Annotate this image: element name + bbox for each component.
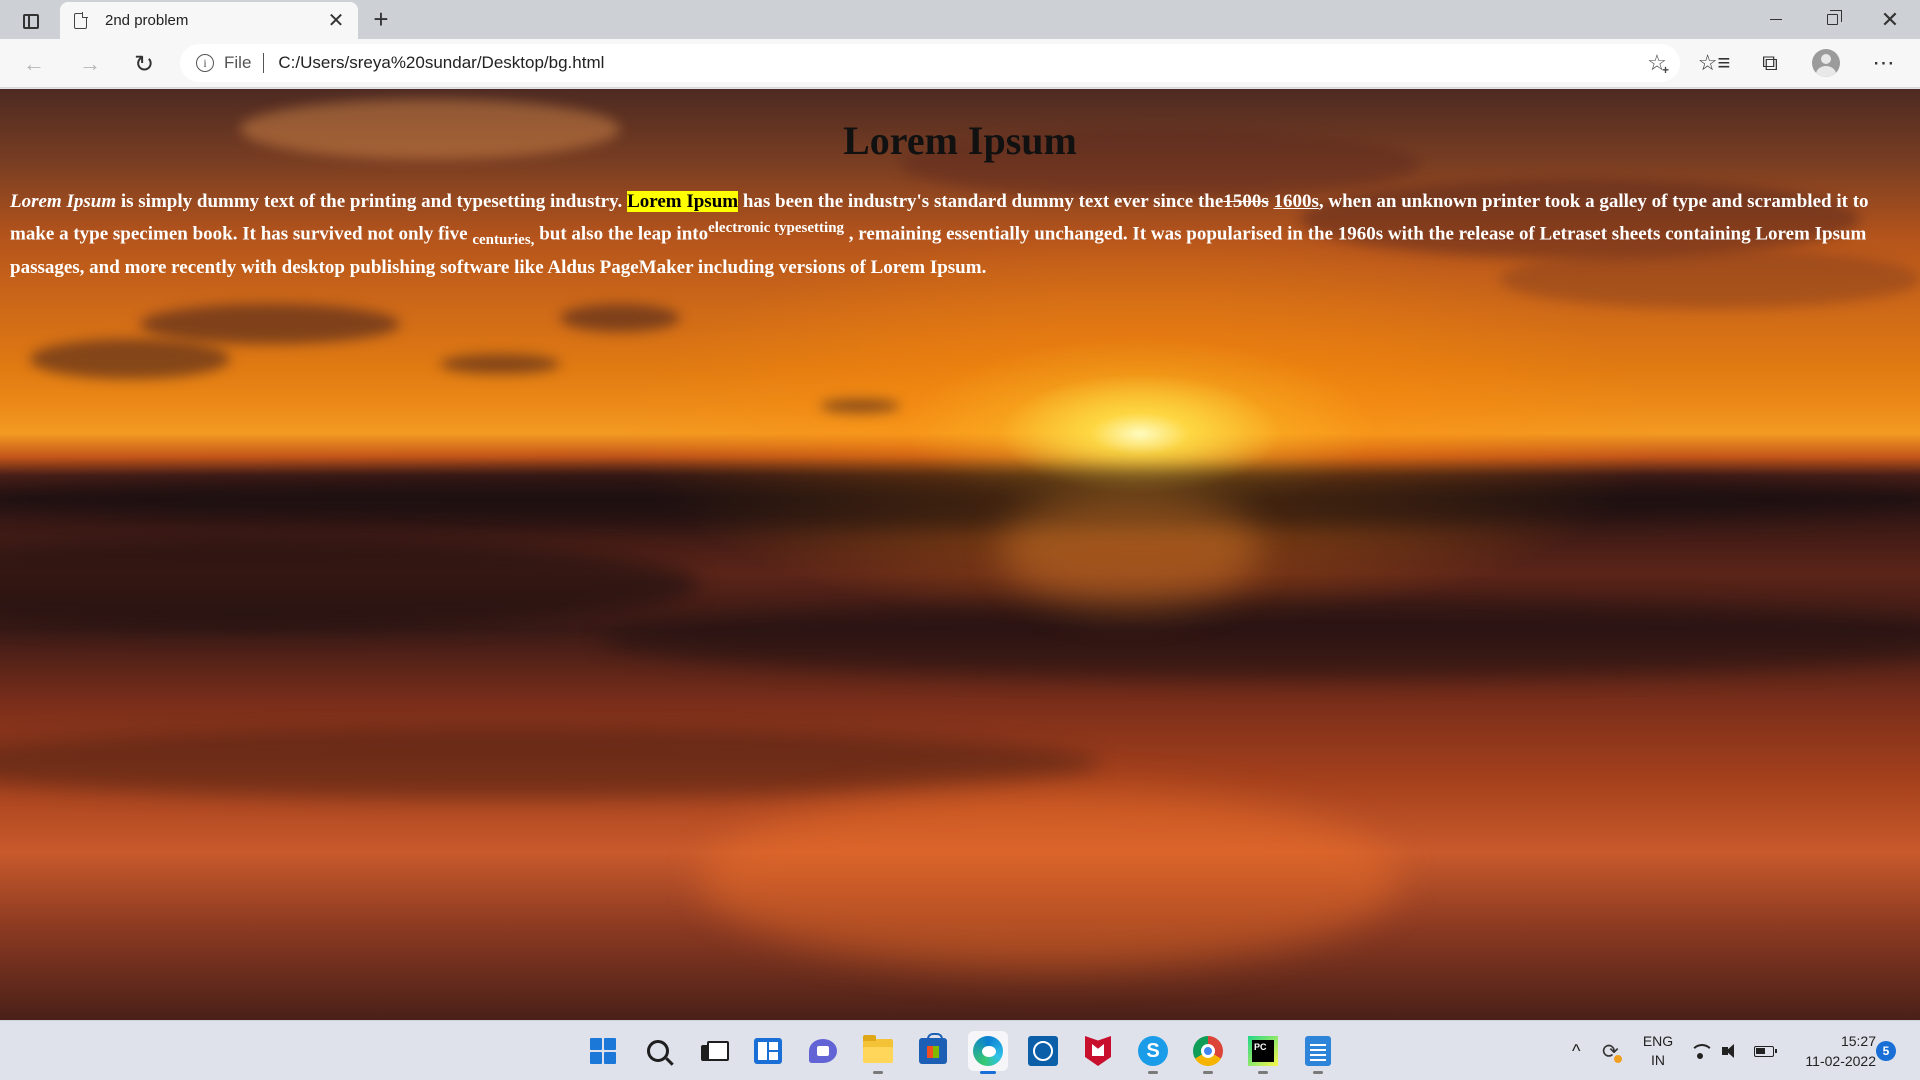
mcafee-icon: [1085, 1036, 1111, 1066]
system-status-button[interactable]: [1690, 1021, 1777, 1080]
browser-tab-strip: 2nd problem ✕ + ✕: [0, 0, 1920, 39]
language-region: IN: [1651, 1052, 1665, 1068]
search-button[interactable]: [638, 1031, 678, 1071]
profile-button[interactable]: [1806, 45, 1846, 81]
volume-icon: [1722, 1043, 1742, 1059]
superscript-text: electronic typesetting: [708, 220, 845, 236]
pycharm-button[interactable]: PC: [1243, 1031, 1283, 1074]
clock[interactable]: 15:27 11-02-2022: [1786, 1021, 1876, 1080]
taskbar: S PC ^ ⟳ ENG IN 15:27 11-02-2022 5: [0, 1020, 1920, 1080]
maximize-button[interactable]: [1804, 0, 1860, 39]
edge-button[interactable]: [968, 1031, 1008, 1074]
show-hidden-icons-button[interactable]: ^: [1572, 1021, 1580, 1080]
subscript-text: centuries,: [472, 232, 535, 249]
forward-icon: →: [79, 51, 101, 76]
task-view-button[interactable]: [693, 1031, 733, 1071]
battery-icon: [1754, 1045, 1777, 1057]
task-view-icon: [701, 1041, 729, 1061]
info-icon[interactable]: i: [196, 54, 214, 72]
collections-button[interactable]: ⧉: [1750, 45, 1790, 81]
store-button[interactable]: [913, 1031, 953, 1071]
store-icon: [919, 1033, 947, 1064]
sync-button[interactable]: ⟳: [1602, 1021, 1622, 1080]
italic-lorem: Lorem Ipsum: [10, 191, 117, 212]
back-button[interactable]: ←: [16, 47, 52, 81]
more-icon: ⋯: [1872, 50, 1896, 75]
wifi-icon: [1690, 1044, 1714, 1059]
notification-badge: 5: [1876, 1041, 1896, 1061]
collections-icon: ⧉: [1762, 50, 1778, 75]
pycharm-icon: PC: [1248, 1036, 1278, 1066]
notepad-button[interactable]: [1298, 1031, 1338, 1074]
address-bar[interactable]: i File C:/Users/sreya%20sundar/Desktop/b…: [180, 44, 1680, 82]
search-icon: [647, 1040, 669, 1062]
notification-center-button[interactable]: 5: [1876, 1021, 1896, 1080]
deleted-text: 1500s: [1223, 191, 1269, 212]
inserted-text: 1600s: [1273, 191, 1319, 212]
more-button[interactable]: ⋯: [1864, 45, 1904, 81]
edge-icon: [973, 1036, 1003, 1066]
file-explorer-button[interactable]: [858, 1031, 898, 1074]
widgets-icon: [754, 1038, 782, 1064]
clock-time: 15:27: [1840, 1033, 1876, 1049]
dell-icon: [1028, 1036, 1058, 1066]
window-close-button[interactable]: ✕: [1862, 0, 1918, 39]
minimize-icon: [1770, 18, 1782, 21]
widgets-button[interactable]: [748, 1031, 788, 1071]
back-icon: ←: [23, 51, 45, 76]
tab-actions-icon: [23, 13, 39, 29]
page-viewport: Lorem Ipsum Lorem Ipsum is simply dummy …: [0, 89, 1920, 1020]
browser-toolbar: ← → ↻ i File C:/Users/sreya%20sundar/Des…: [0, 39, 1920, 88]
minimize-button[interactable]: [1748, 0, 1804, 39]
chat-icon: [809, 1039, 837, 1063]
page-title: Lorem Ipsum: [843, 118, 1077, 163]
chrome-button[interactable]: [1188, 1031, 1228, 1074]
address-separator: [263, 53, 265, 73]
chevron-up-icon: ^: [1572, 1040, 1581, 1061]
dell-button[interactable]: [1023, 1031, 1063, 1071]
file-explorer-icon: [863, 1035, 893, 1063]
add-favorite-button[interactable]: ☆ +: [1640, 46, 1674, 80]
scheme-label: File: [224, 53, 252, 72]
sync-status-dot: [1614, 1055, 1622, 1063]
url-text[interactable]: C:/Users/sreya%20sundar/Desktop/bg.html: [278, 53, 1640, 73]
mcafee-button[interactable]: [1078, 1031, 1118, 1071]
chrome-icon: [1193, 1036, 1223, 1066]
lorem-paragraph: Lorem Ipsum is simply dummy text of the …: [10, 191, 1869, 279]
tab-close-button[interactable]: ✕: [322, 7, 350, 35]
new-tab-button[interactable]: +: [364, 4, 398, 34]
start-icon: [590, 1038, 616, 1064]
forward-button[interactable]: →: [72, 47, 108, 81]
notepad-icon: [1305, 1036, 1331, 1066]
clock-date: 11-02-2022: [1805, 1053, 1876, 1069]
tab-actions-button[interactable]: [14, 8, 48, 34]
skype-icon: S: [1138, 1036, 1168, 1066]
highlighted-text: Lorem Ipsum: [627, 191, 739, 212]
browser-tab[interactable]: 2nd problem ✕: [60, 2, 358, 39]
start-button[interactable]: [583, 1031, 623, 1071]
tab-title: 2nd problem: [105, 12, 189, 29]
language-code: ENG: [1642, 1033, 1674, 1049]
maximize-icon: [1826, 10, 1842, 25]
favorites-button[interactable]: ☆≡: [1694, 45, 1734, 81]
reload-icon: ↻: [133, 50, 155, 78]
favorites-icon: ☆≡: [1697, 50, 1731, 75]
reload-button[interactable]: ↻: [126, 47, 162, 81]
page-icon: [74, 11, 88, 29]
chat-button[interactable]: [803, 1031, 843, 1071]
language-indicator[interactable]: ENG IN: [1640, 1021, 1676, 1080]
profile-avatar: [1812, 49, 1840, 77]
skype-button[interactable]: S: [1133, 1031, 1173, 1074]
